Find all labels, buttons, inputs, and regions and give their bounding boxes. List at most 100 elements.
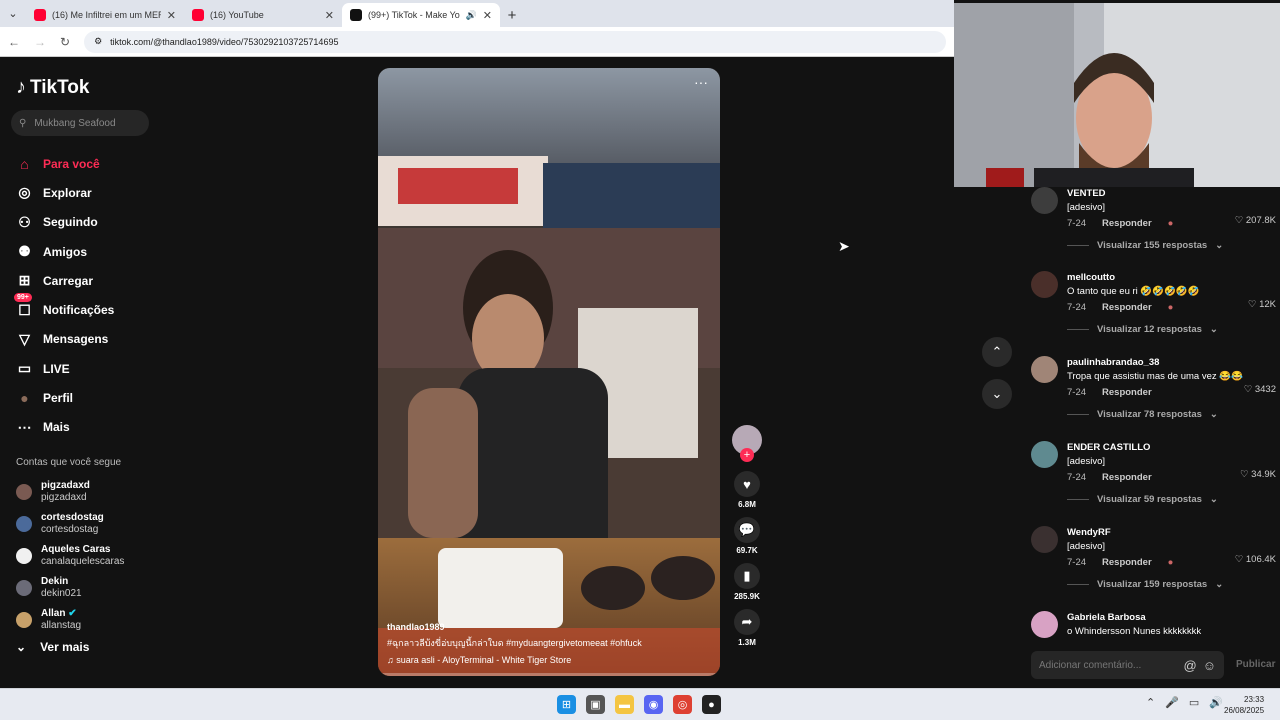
address-bar[interactable]: ⚙ tiktok.com/@thandlao1989/video/7530292… [84, 30, 946, 53]
tab-close-icon[interactable]: ✕ [167, 9, 176, 22]
microphone-icon[interactable]: 🎤 [1165, 696, 1179, 709]
video-actions: + ♥ 6.8M 💬 69.7K ▮ 285.9K ➦ 1.3M [732, 425, 762, 655]
following-account[interactable]: cortesdostag cortesdostag [16, 508, 124, 540]
nav-item-para-voce[interactable]: ⌂ Para você [16, 149, 114, 178]
following-account[interactable]: Aqueles Caras canalaquelescaras [16, 540, 124, 572]
nav-item-mais[interactable]: ⋯ Mais [16, 413, 114, 442]
tab-close-icon[interactable]: ✕ [325, 9, 334, 22]
see-more-button[interactable]: ⌄ Ver mais [16, 640, 89, 654]
comment-like[interactable]: ♡ 106.4K [1235, 554, 1276, 565]
share-action[interactable]: ➦ 1.3M [732, 609, 762, 647]
creator-avatar[interactable]: + [732, 425, 762, 462]
nav-item-perfil[interactable]: ● Perfil [16, 383, 114, 412]
commenter-avatar[interactable] [1031, 356, 1058, 383]
comment-like[interactable]: ♡ 3432 [1244, 384, 1276, 395]
following-account[interactable]: pigzadaxd pigzadaxd [16, 476, 124, 508]
nav-item-mensagens[interactable]: ▽ Mensagens [16, 325, 114, 354]
forward-icon[interactable]: → [34, 35, 46, 49]
mention-icon[interactable]: @ [1184, 658, 1197, 673]
video-author[interactable]: thandlao1989 [387, 622, 445, 632]
tiktok-logo[interactable]: ♪ TikTok [16, 76, 89, 99]
comment-like[interactable]: ♡ 12K [1248, 299, 1276, 310]
next-video-button[interactable]: ⌄ [982, 379, 1012, 409]
site-info-icon[interactable]: ⚙ [94, 36, 102, 47]
commenter-avatar[interactable] [1031, 271, 1058, 298]
search-input[interactable]: ⚲ Mukbang Seafood [11, 110, 149, 136]
video-progress-bar[interactable] [378, 673, 720, 676]
reload-icon[interactable]: ↻ [60, 35, 70, 49]
video-music[interactable]: ♫ suara asli - AloyTerminal - White Tige… [387, 655, 571, 665]
view-replies-button[interactable]: Visualizar 12 respostas ⌄ [1067, 324, 1276, 335]
follow-plus-icon[interactable]: + [740, 448, 754, 462]
divider [1067, 499, 1089, 500]
commenter-avatar[interactable] [1031, 441, 1058, 468]
following-account[interactable]: Dekin dekin021 [16, 572, 124, 604]
reply-button[interactable]: Responder [1102, 555, 1152, 571]
tab-search-chevron-icon[interactable]: ⌄ [0, 0, 26, 27]
video-more-icon[interactable]: ··· [694, 74, 708, 90]
nav-item-live[interactable]: ▭ LIVE [16, 354, 114, 383]
comment-username[interactable]: Gabriela Barbosa [1067, 611, 1276, 625]
browser-tab-1[interactable]: (16) Me Infiltrei em um MERCA ✕ [26, 3, 184, 27]
following-account[interactable]: Allan ✔ allanstag [16, 604, 124, 636]
nav-item-carregar[interactable]: ⊞ Carregar [16, 266, 114, 295]
heart-icon[interactable]: ♥ [734, 471, 760, 497]
save-count: 285.9K [734, 592, 760, 601]
comment-username[interactable]: paulinhabrandao_38 [1067, 356, 1276, 370]
comment-input[interactable]: Adicionar comentário... @ ☺ [1031, 651, 1224, 679]
comment-username[interactable]: ENDER CASTILLO [1067, 441, 1276, 455]
commenter-avatar[interactable] [1031, 611, 1058, 638]
new-tab-button[interactable]: + [500, 3, 524, 27]
nav-label: Mais [43, 420, 70, 435]
like-action[interactable]: ♥ 6.8M [732, 471, 762, 509]
file-explorer-icon[interactable]: ▬ [615, 695, 634, 714]
comment-username[interactable]: WendyRF [1067, 526, 1276, 540]
browser-tab-2[interactable]: (16) YouTube ✕ [184, 3, 342, 27]
comment-username[interactable]: VENTED [1067, 187, 1276, 201]
view-replies-button[interactable]: Visualizar 159 respostas ⌄ [1067, 579, 1276, 590]
share-icon[interactable]: ➦ [734, 609, 760, 635]
reply-button[interactable]: Responder [1102, 300, 1152, 316]
nav-item-notificacoes[interactable]: 99+ ☐ Notificações [14, 292, 115, 324]
commenter-avatar[interactable] [1031, 526, 1058, 553]
windows-start-icon[interactable]: ⊞ [557, 695, 576, 714]
reply-button[interactable]: Responder [1102, 385, 1152, 401]
reply-button[interactable]: Responder [1102, 216, 1152, 232]
taskbar-clock[interactable]: 23:33 26/08/2025 [1224, 694, 1264, 716]
video-player[interactable]: ··· thandlao1989 #ฉุกลาวลีบ้งขี่อ่บบุญนี… [378, 68, 720, 676]
bookmark-icon[interactable]: ▮ [734, 563, 760, 589]
discord-icon[interactable]: ◉ [644, 695, 663, 714]
tab-close-icon[interactable]: ✕ [483, 9, 492, 22]
nav-item-amigos[interactable]: ⚉ Amigos [16, 237, 114, 266]
video-frame-image [378, 68, 720, 676]
tray-chevron-up-icon[interactable]: ⌃ [1146, 696, 1155, 709]
nav-label: LIVE [43, 361, 70, 376]
previous-video-button[interactable]: ⌃ [982, 337, 1012, 367]
nav-item-seguindo[interactable]: ⚇ Seguindo [16, 208, 114, 237]
volume-icon[interactable]: 🔊 [1209, 696, 1223, 709]
comment-username[interactable]: mellcoutto [1067, 271, 1276, 285]
comment-like[interactable]: ♡ 207.8K [1235, 215, 1276, 226]
view-replies-button[interactable]: Visualizar 155 respostas ⌄ [1067, 240, 1276, 251]
nav-label: Notificações [43, 303, 115, 318]
reply-button[interactable]: Responder [1102, 470, 1152, 486]
comment-action[interactable]: 💬 69.7K [732, 517, 762, 555]
comment-like[interactable]: ♡ 34.9K [1240, 469, 1276, 480]
view-replies-button[interactable]: Visualizar 59 respostas ⌄ [1067, 494, 1276, 505]
publish-button[interactable]: Publicar [1236, 659, 1275, 670]
save-action[interactable]: ▮ 285.9K [732, 563, 762, 601]
task-view-icon[interactable]: ▣ [586, 695, 605, 714]
emoji-icon[interactable]: ☺ [1203, 658, 1216, 673]
browser-tab-3[interactable]: (99+) TikTok - Make Your Da 🔊 ✕ [342, 3, 500, 27]
commenter-avatar[interactable] [1031, 187, 1058, 214]
comment-icon[interactable]: 💬 [734, 517, 760, 543]
speaker-icon[interactable]: 🔊 [466, 10, 477, 21]
obs-icon[interactable]: ● [702, 695, 721, 714]
heart-outline-icon: ♡ [1247, 299, 1257, 310]
view-replies-button[interactable]: Visualizar 78 respostas ⌄ [1067, 409, 1276, 420]
chrome-icon[interactable]: ◎ [673, 695, 692, 714]
network-icon[interactable]: ▭ [1189, 696, 1199, 709]
youtube-favicon-icon [192, 9, 204, 21]
nav-item-explorar[interactable]: ◎ Explorar [16, 178, 114, 207]
back-icon[interactable]: ← [8, 35, 20, 49]
